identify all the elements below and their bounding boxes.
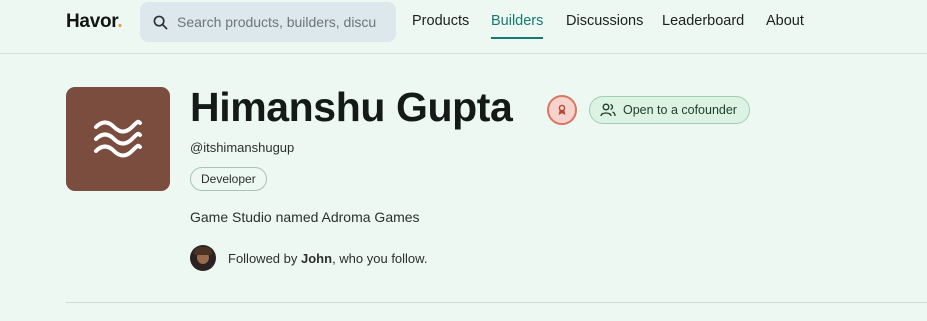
search-input[interactable] bbox=[177, 14, 377, 30]
waves-icon bbox=[94, 119, 142, 158]
followed-prefix: Followed by bbox=[228, 250, 298, 266]
section-divider bbox=[66, 302, 927, 303]
top-navbar: Havor. Products Builders Discussions Lea… bbox=[0, 0, 927, 54]
nav-about[interactable]: About bbox=[766, 13, 804, 29]
followed-by: Followed by John, who you follow. bbox=[190, 245, 427, 271]
cofounder-status-badge[interactable]: Open to a cofounder bbox=[589, 96, 750, 124]
profile-avatar bbox=[66, 87, 170, 191]
nav-builders[interactable]: Builders bbox=[491, 13, 544, 39]
cofounder-label: Open to a cofounder bbox=[623, 103, 737, 117]
followed-suffix: , who you follow. bbox=[332, 250, 428, 266]
profile-name: Himanshu Gupta bbox=[190, 84, 513, 130]
logo[interactable]: Havor. bbox=[66, 11, 123, 33]
users-icon bbox=[600, 103, 616, 117]
role-tag: Developer bbox=[190, 167, 267, 191]
logo-dot: . bbox=[117, 11, 123, 32]
search-icon bbox=[153, 15, 168, 29]
follower-link[interactable]: John bbox=[301, 251, 332, 266]
profile-bio: Game Studio named Adroma Games bbox=[190, 209, 420, 225]
nav-discussions[interactable]: Discussions bbox=[566, 13, 643, 29]
logo-text: Havor bbox=[66, 11, 118, 32]
award-badge-icon[interactable] bbox=[547, 95, 577, 125]
nav-products[interactable]: Products bbox=[412, 13, 469, 29]
follower-avatar[interactable] bbox=[190, 245, 216, 271]
profile-handle: @itshimanshugup bbox=[190, 140, 295, 155]
search-bar[interactable] bbox=[140, 2, 396, 42]
nav-leaderboard[interactable]: Leaderboard bbox=[662, 13, 744, 29]
